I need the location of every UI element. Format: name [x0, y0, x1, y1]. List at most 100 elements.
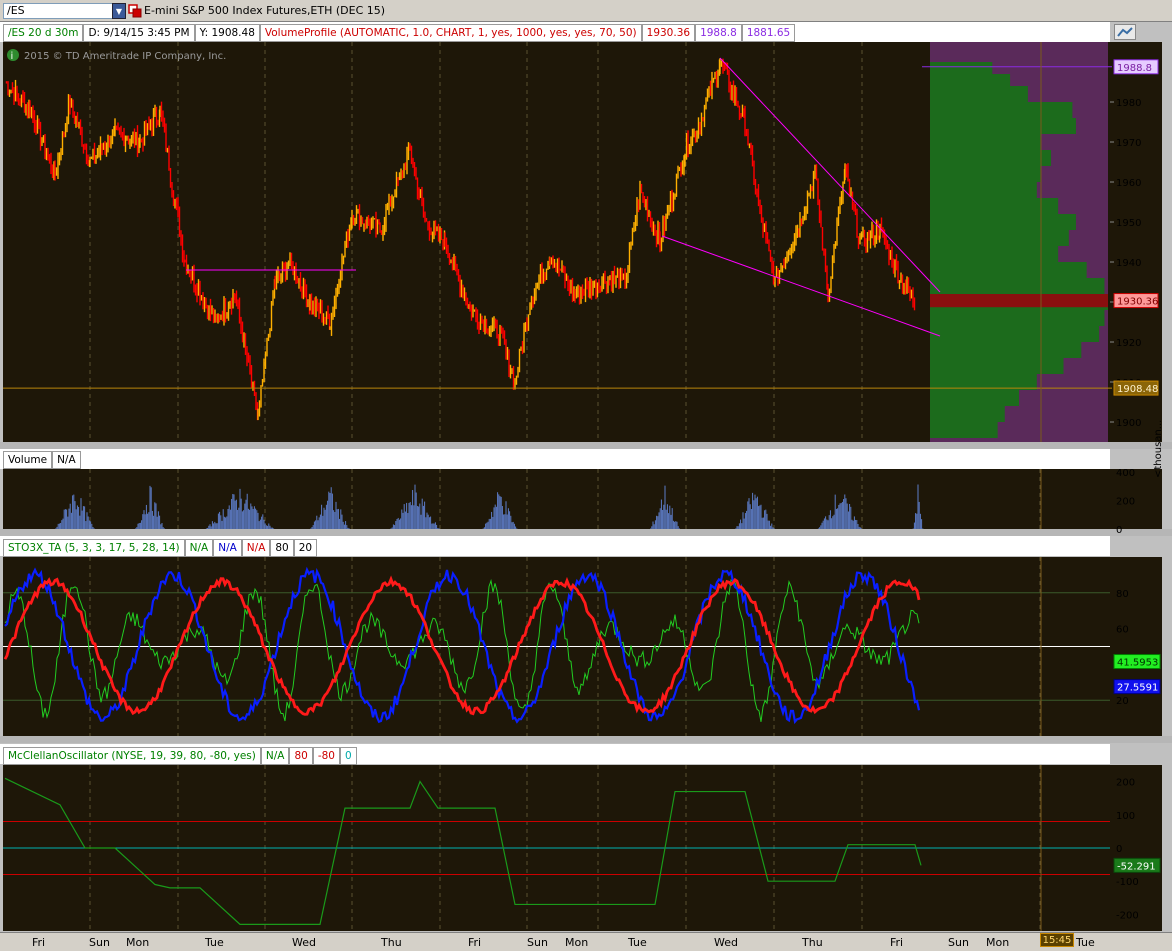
mcclellan-tick-label: -100 — [1116, 877, 1139, 888]
time-axis-label: Fri — [468, 936, 482, 949]
volume-tick-label: 0 — [1116, 525, 1122, 536]
time-axis-label: Sun — [89, 936, 110, 949]
volume-profile-bar — [930, 102, 1073, 118]
volume-profile-bar — [930, 118, 1076, 134]
instrument-title: E-mini S&P 500 Index Futures,ETH (DEC 15… — [144, 4, 386, 17]
time-axis-label: Sun — [948, 936, 969, 949]
mcclellan-legend-item[interactable]: N/A — [260, 747, 290, 765]
time-axis-label: Tue — [205, 936, 224, 949]
time-axis-label: Sun — [527, 936, 548, 949]
volume-profile-bar — [930, 390, 1019, 406]
stochastic-legend: STO3X_TA (5, 3, 3, 17, 5, 28, 14) N/A N/A N… — [3, 539, 318, 557]
price-tick-label: 1980 — [1116, 98, 1141, 109]
price-legend-item[interactable]: 1988.8 — [695, 24, 742, 42]
time-axis-label: Thu — [802, 936, 823, 949]
volume-legend-strip — [0, 449, 1110, 469]
stoch-green-badge: 41.5953 — [1117, 658, 1158, 669]
volume-profile-bar — [930, 182, 1037, 198]
stoch-legend-item[interactable]: STO3X_TA (5, 3, 3, 17, 5, 28, 14) — [3, 539, 185, 557]
stoch-tick-label: 60 — [1116, 625, 1129, 636]
time-axis-label: Wed — [714, 936, 738, 949]
mcclellan-legend-item[interactable]: 80 — [289, 747, 313, 765]
volume-profile-bar — [930, 310, 1105, 326]
mcclellan-legend-item[interactable]: McClellanOscillator (NYSE, 19, 39, 80, -… — [3, 747, 261, 765]
mcclellan-tick-label: -200 — [1116, 910, 1139, 921]
volume-profile-bar — [930, 86, 1028, 102]
stoch-legend-item[interactable]: N/A — [184, 539, 214, 557]
volume-profile-bar — [930, 230, 1069, 246]
price-legend-item[interactable]: Y: 1908.48 — [194, 24, 260, 42]
time-axis-label: Mon — [565, 936, 589, 949]
info-icon-glyph: i — [11, 51, 14, 62]
last-price-badge: 1930.36 — [1117, 297, 1158, 308]
time-axis-label: Mon — [126, 936, 150, 949]
price-tick-label: 1970 — [1116, 138, 1141, 149]
time-axis-label: Wed — [292, 936, 316, 949]
volume-profile-bar — [930, 166, 1041, 182]
stoch-tick-label: 20 — [1116, 696, 1129, 707]
pane-separator — [0, 736, 1172, 743]
volume-profile-bar — [930, 246, 1059, 262]
stoch-legend-item[interactable]: 80 — [270, 539, 294, 557]
price-legend-item[interactable]: 1881.65 — [741, 24, 796, 42]
volume-profile-bar — [930, 326, 1100, 342]
volume-legend-item[interactable]: Volume — [3, 451, 53, 469]
chart-style-icon — [1117, 27, 1133, 37]
chart-area[interactable]: 1900191019201930194019501960197019801988… — [0, 22, 1172, 932]
symbol-dropdown-button[interactable]: ▼ — [112, 3, 126, 19]
mcclellan-tick-label: 0 — [1116, 844, 1122, 855]
pane-separator — [0, 529, 1172, 536]
toolbar: /ES ▼ E-mini S&P 500 Index Futures,ETH (… — [0, 0, 1172, 22]
volume-profile-bar — [930, 262, 1087, 278]
mcclellan-tick-label: 100 — [1116, 811, 1135, 822]
chevron-down-icon: ▼ — [115, 7, 123, 16]
vp-high-badge: 1988.8 — [1117, 63, 1152, 74]
time-axis-label: Tue — [628, 936, 647, 949]
volume-profile-bar — [930, 342, 1082, 358]
price-tick-label: 1940 — [1116, 258, 1141, 269]
volume-profile-bar — [930, 358, 1064, 374]
volume-profile-bar — [930, 150, 1052, 166]
volume-profile-bar — [930, 198, 1059, 214]
price-legend-item[interactable]: /ES 20 d 30m — [3, 24, 84, 42]
volume-pane-background — [3, 469, 1110, 529]
pane-separator — [0, 442, 1172, 449]
symbol-input[interactable]: /ES — [3, 3, 113, 19]
volume-legend-item[interactable]: N/A — [52, 451, 81, 469]
volume-profile-bar — [930, 134, 1041, 150]
volume-tick-label: 400 — [1116, 468, 1135, 479]
stoch-tick-label: 80 — [1116, 589, 1129, 600]
volume-profile-bar — [930, 214, 1076, 230]
copyright-text: 2015 © TD Ameritrade IP Company, Inc. — [24, 51, 226, 62]
time-axis-label: Tue — [1076, 936, 1095, 949]
price-legend: /ES 20 d 30m D: 9/14/15 3:45 PM Y: 1908.48… — [3, 24, 796, 42]
mcclellan-legend: McClellanOscillator (NYSE, 19, 39, 80, -… — [3, 747, 357, 765]
mcclellan-value-badge: -52.291 — [1117, 861, 1156, 872]
time-axis-label: Thu — [381, 936, 402, 949]
volume-profile-poc — [930, 294, 1108, 308]
price-legend-item[interactable]: VolumeProfile (AUTOMATIC, 1.0, CHART, 1,… — [259, 24, 642, 42]
price-legend-item[interactable]: 1930.36 — [641, 24, 696, 42]
mcclellan-legend-item[interactable]: -80 — [312, 747, 340, 765]
mcclellan-tick-label: 200 — [1116, 778, 1135, 789]
price-tick-label: 1950 — [1116, 218, 1141, 229]
mcclellan-legend-item[interactable]: 0 — [339, 747, 357, 765]
volume-unit-label: <thousan... — [1153, 419, 1164, 478]
time-axis-label: Fri — [890, 936, 904, 949]
time-axis-label: Fri — [32, 936, 46, 949]
volume-tick-label: 200 — [1116, 496, 1135, 507]
volume-profile-bar — [930, 406, 1005, 422]
stoch-blue-badge: 27.5591 — [1117, 683, 1158, 694]
crosshair-price-badge: 1908.48 — [1117, 384, 1158, 395]
stoch-legend-item[interactable]: N/A — [241, 539, 271, 557]
volume-profile-bar — [930, 422, 998, 438]
sto-axis-background — [1110, 557, 1162, 736]
chart-style-button[interactable] — [1114, 24, 1136, 40]
stoch-legend-item[interactable]: 20 — [293, 539, 318, 557]
time-axis[interactable]: Fri Sun Mon Tue Wed Thu Fri Sun Mon Tue Wed Thu Fri S… — [0, 932, 1172, 951]
stoch-legend-item[interactable]: N/A — [213, 539, 242, 557]
link-icon[interactable] — [128, 4, 142, 18]
price-legend-item[interactable]: D: 9/14/15 3:45 PM — [83, 24, 195, 42]
volume-legend: Volume N/A — [3, 451, 81, 469]
price-tick-label: 1900 — [1116, 418, 1141, 429]
